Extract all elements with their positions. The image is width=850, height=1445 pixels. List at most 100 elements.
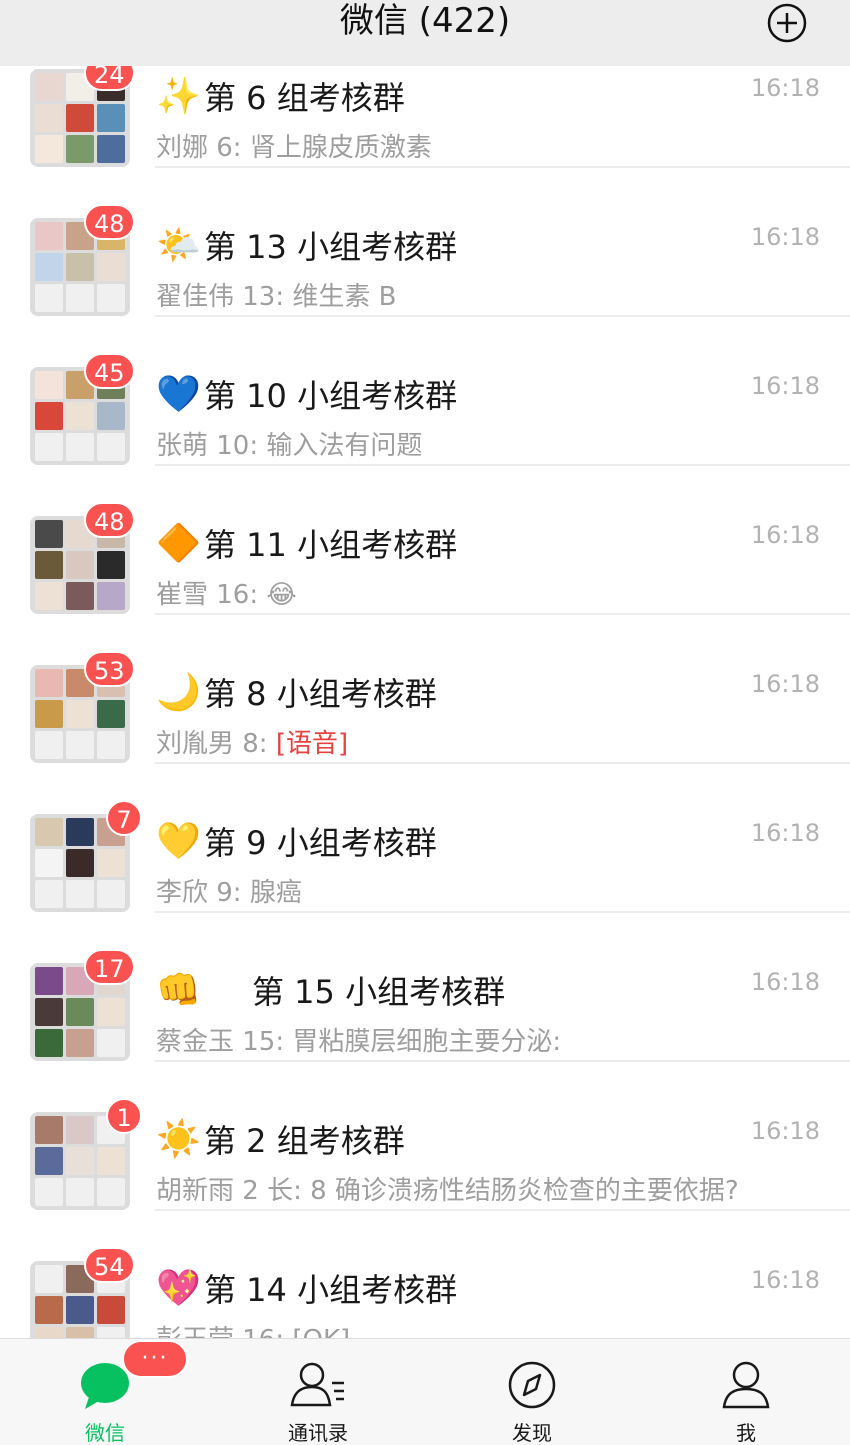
title-emoji: 🔶 [156,523,201,564]
chat-time: 16:18 [750,819,820,847]
preview-sender: 张萌 10: [156,431,267,461]
avatar-tile [35,849,63,877]
title-emoji: ☀️ [156,1119,201,1160]
tab-discover[interactable]: 发现 [472,1339,592,1445]
avatar-tile [97,433,125,461]
title-emoji: 🌤️ [156,225,201,266]
avatar-tile [66,1327,94,1338]
avatar-tile [97,253,125,281]
avatar-tile [35,731,63,759]
chat-title-text: 第 13 小组考核群 [204,228,458,266]
tab-label: 通讯录 [288,1421,348,1445]
preview-message: 腺癌 [249,878,302,908]
chat-row[interactable]: 45 💙 第 10 小组考核群 16:18 张萌 10: 输入法有问题 [0,317,850,466]
chat-title: 🔶 第 11 小组考核群 [156,520,457,566]
avatar-tile [35,433,63,461]
tab-label: 微信 [85,1421,125,1445]
page-title: 微信 (422) [339,1,511,41]
chat-time: 16:18 [750,1266,820,1294]
add-plus-icon[interactable] [766,2,808,44]
avatar-tile [66,1147,94,1175]
chat-row[interactable]: 53 🌙 第 8 小组考核群 16:18 刘胤男 8: [语音] [0,615,850,764]
person-icon [722,1361,770,1409]
preview-sender: 彭玉莹 16: [156,1325,292,1338]
chat-title-text: 第 2 组考核群 [204,1122,405,1160]
unread-badge: 24 [84,66,135,91]
title-emoji: 🌙 [156,672,201,713]
preview-sender: 崔雪 16: [156,580,267,610]
unread-badge: 48 [84,502,135,538]
title-emoji: 💛 [156,821,201,862]
avatar-tile [66,135,94,163]
chat-row[interactable]: 17 👊 第 15 小组考核群 16:18 蔡金玉 15: 胃粘膜层细胞主要分泌: [0,913,850,1062]
tab-contacts[interactable]: 通讯录 [258,1339,378,1445]
chat-title-text: 第 14 小组考核群 [204,1271,458,1309]
avatar-tile [97,104,125,132]
avatar-tile [97,1178,125,1206]
preview-message: 胃粘膜层细胞主要分泌: [292,1027,562,1057]
chat-title: 💙 第 10 小组考核群 [156,371,457,417]
chat-preview: 胡新雨 2 长: 8 确诊溃疡性结肠炎检查的主要依据? [156,1170,739,1207]
chat-row[interactable]: 48 🌤️ 第 13 小组考核群 16:18 翟佳伟 13: 维生素 B [0,168,850,317]
preview-sender: 李欣 9: [156,878,250,908]
nav-header: 微信 (422) [0,0,850,66]
avatar-tile [35,1296,63,1324]
chat-preview: 蔡金玉 15: 胃粘膜层细胞主要分泌: [156,1021,561,1058]
unread-badge: 1 [106,1098,142,1134]
tab-me[interactable]: 我 [686,1339,806,1445]
avatar-tile [35,1327,63,1338]
preview-voice-tag: [语音] [275,729,349,759]
avatar-tile [97,880,125,908]
avatar-tile [66,1178,94,1206]
avatar-tile [35,73,63,101]
tab-label: 发现 [512,1421,552,1445]
title-emoji: ✨ [156,76,201,117]
chat-title-text: 第 10 小组考核群 [204,377,458,415]
unread-badge: 17 [84,949,135,985]
chat-title: ✨ 第 6 组考核群 [156,73,405,119]
avatar-tile [66,433,94,461]
avatar-tile [66,253,94,281]
avatar-tile [35,402,63,430]
chat-time: 16:18 [750,1117,820,1145]
chat-title-text: 第 11 小组考核群 [204,526,458,564]
chat-title: 🌙 第 8 小组考核群 [156,669,437,715]
avatar-tile [97,700,125,728]
avatar-tile [35,520,63,548]
chat-list[interactable]: 24 ✨ 第 6 组考核群 16:18 刘娜 6: 肾上腺皮质激素 48 🌤️ 第 13 小组… [0,66,850,1338]
preview-message: 8 确诊溃疡性结肠炎检查的主要依据? [310,1176,739,1206]
compass-icon [508,1361,556,1409]
chat-row[interactable]: 24 ✨ 第 6 组考核群 16:18 刘娜 6: 肾上腺皮质激素 [0,66,850,168]
avatar-tile [97,849,125,877]
avatar-tile [35,1265,63,1293]
chat-row[interactable]: 1 ☀️ 第 2 组考核群 16:18 胡新雨 2 长: 8 确诊溃疡性结肠炎检查的主要… [0,1062,850,1211]
chat-row[interactable]: 54 💖第 14 小组考核群 16:18 彭玉莹 16: [OK] [0,1211,850,1338]
avatar-tile [66,731,94,759]
avatar-tile [66,998,94,1026]
title-emoji: 💖 [156,1268,201,1309]
chat-row[interactable]: 48 🔶 第 11 小组考核群 16:18 崔雪 16: 😂 [0,466,850,615]
chat-time: 16:18 [750,968,820,996]
avatar-tile [97,582,125,610]
avatar-tile [97,402,125,430]
preview-sender: 刘胤男 8: [156,729,276,759]
title-emoji: 💙 [156,374,201,415]
avatar-tile [35,253,63,281]
avatar-tile [35,222,63,250]
preview-message: 输入法有问题 [266,431,423,461]
avatar-tile [66,1296,94,1324]
avatar-tile [35,1147,63,1175]
chat-preview: 崔雪 16: 😂 [156,574,297,611]
avatar-tile [97,284,125,312]
unread-badge: 53 [84,651,135,687]
unread-badge: 54 [84,1247,135,1283]
chat-preview: 翟佳伟 13: 维生素 B [156,276,396,313]
preview-sender: 蔡金玉 15: [156,1027,293,1057]
chat-row[interactable]: 7 💛 第 9 小组考核群 16:18 李欣 9: 腺癌 [0,764,850,913]
chat-title: 🌤️ 第 13 小组考核群 [156,222,457,268]
avatar-tile [35,700,63,728]
avatar-tile [35,669,63,697]
avatar-tile [97,1296,125,1324]
avatar-tile [97,135,125,163]
avatar-tile [97,731,125,759]
